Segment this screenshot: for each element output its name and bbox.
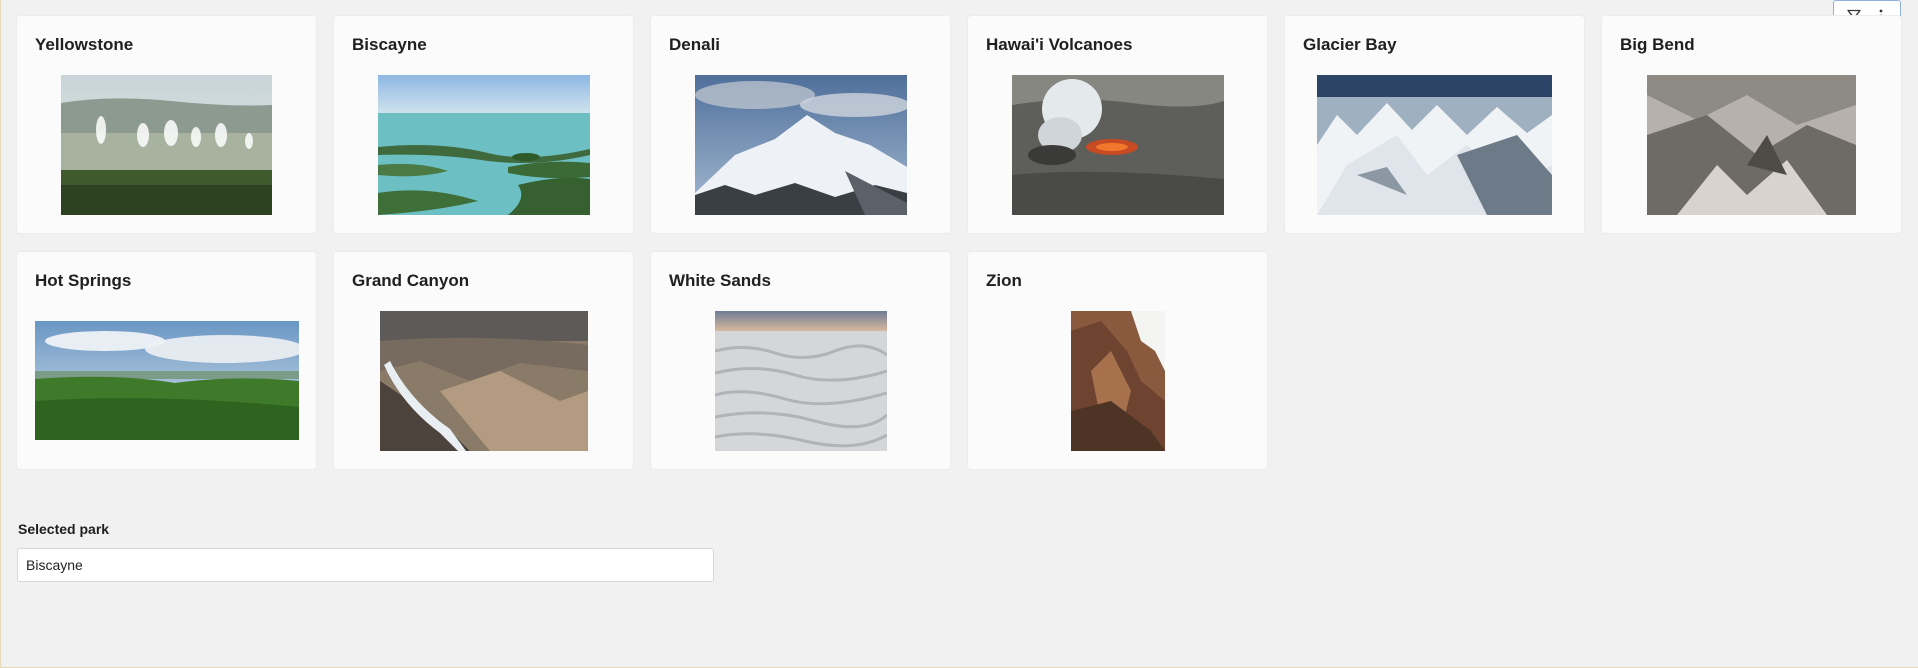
park-photo-grand-canyon	[380, 311, 588, 451]
park-card-title: Zion	[986, 271, 1022, 290]
park-photo-zion	[1071, 311, 1165, 451]
park-card-yellowstone[interactable]: Yellowstone	[17, 16, 316, 233]
park-card-grand-canyon[interactable]: Grand Canyon	[334, 252, 633, 469]
park-card-title: Yellowstone	[35, 35, 134, 54]
park-card-biscayne[interactable]: Biscayne	[334, 16, 633, 233]
park-card-title: Big Bend	[1620, 35, 1695, 54]
park-card-hot-springs[interactable]: Hot Springs	[17, 252, 316, 469]
park-photo-white-sands	[715, 311, 887, 451]
park-photo-hawaii-volcanoes	[1012, 75, 1224, 215]
app-canvas: Yellowstone Biscayne Denali Hawai'i Volc…	[0, 0, 1918, 668]
park-card-hawaii-volcanoes[interactable]: Hawai'i Volcanoes	[968, 16, 1267, 233]
park-photo-biscayne	[378, 75, 590, 215]
selected-park-label: Selected park	[18, 521, 110, 537]
park-card-glacier-bay[interactable]: Glacier Bay	[1285, 16, 1584, 233]
park-card-title: Denali	[669, 35, 721, 54]
park-card-title: Biscayne	[352, 35, 427, 54]
park-card-title: Glacier Bay	[1303, 35, 1397, 54]
park-card-big-bend[interactable]: Big Bend	[1602, 16, 1901, 233]
park-card-zion[interactable]: Zion	[968, 252, 1267, 469]
park-photo-yellowstone	[61, 75, 272, 215]
selected-park-field[interactable]	[17, 548, 714, 582]
park-photo-big-bend	[1647, 75, 1856, 215]
park-card-title: Grand Canyon	[352, 271, 470, 290]
park-card-title: Hot Springs	[35, 271, 132, 290]
park-card-white-sands[interactable]: White Sands	[651, 252, 950, 469]
park-card-denali[interactable]: Denali	[651, 16, 950, 233]
park-photo-denali	[695, 75, 907, 215]
park-photo-hot-springs	[35, 321, 299, 440]
park-card-title: Hawai'i Volcanoes	[986, 35, 1133, 54]
park-card-title: White Sands	[669, 271, 772, 290]
park-photo-glacier-bay	[1317, 75, 1552, 215]
